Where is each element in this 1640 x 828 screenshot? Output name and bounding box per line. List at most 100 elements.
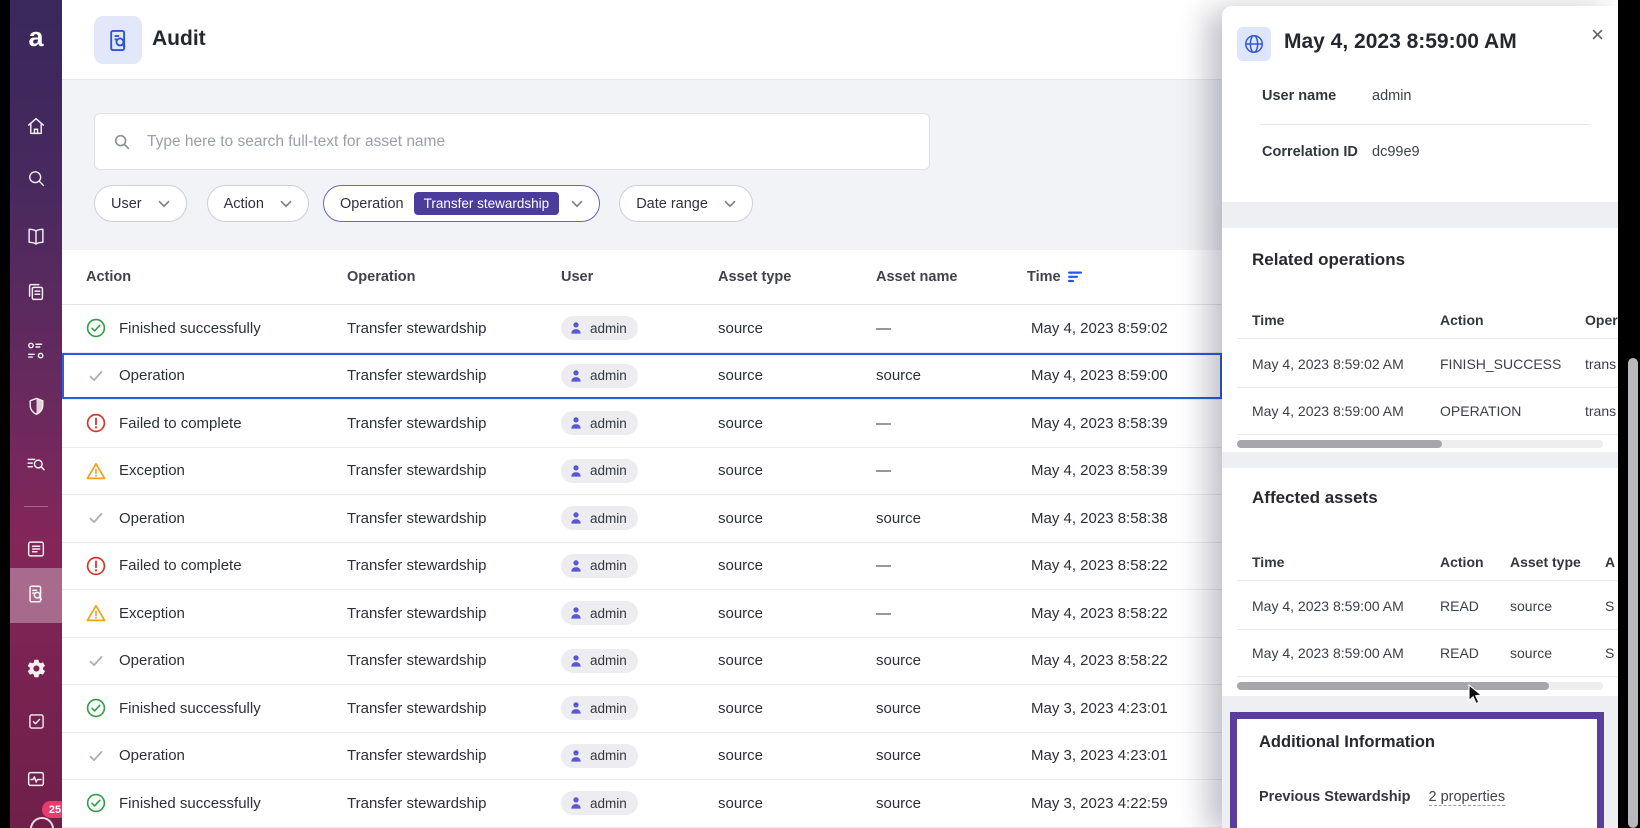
operation-cell: Transfer stewardship <box>333 510 547 527</box>
asset-type-cell: source <box>704 747 862 764</box>
sidebar-item-lists[interactable] <box>10 529 62 573</box>
sidebar-item-search[interactable] <box>10 159 62 203</box>
filter-operation-value-badge[interactable]: Transfer stewardship <box>414 192 560 215</box>
user-icon <box>568 415 584 431</box>
table-row[interactable]: Finished successfullyTransfer stewardshi… <box>62 780 1222 828</box>
list-icon <box>25 538 47 565</box>
filter-operation[interactable]: Operation Transfer stewardship <box>323 185 600 222</box>
additional-information-heading: Additional Information <box>1259 733 1435 752</box>
user-cell: admin <box>547 791 704 815</box>
chevron-down-icon <box>280 200 292 208</box>
home-icon <box>25 115 47 142</box>
user-cell: admin <box>547 459 704 483</box>
previous-stewardship-value[interactable]: 2 properties <box>1429 789 1506 806</box>
time-cell: May 4, 2023 8:58:22 <box>1013 652 1222 669</box>
user-chip[interactable]: admin <box>561 459 638 483</box>
user-icon <box>568 700 584 716</box>
table-row[interactable]: OperationTransfer stewardshipadminsource… <box>62 495 1222 543</box>
table-row[interactable]: Failed to completeTransfer stewardshipad… <box>62 543 1222 591</box>
user-cell: admin <box>547 554 704 578</box>
audit-table: Action Operation User Asset type Asset n… <box>62 250 1222 828</box>
user-chip[interactable]: admin <box>561 364 638 388</box>
user-chip[interactable]: admin <box>561 506 638 530</box>
close-icon[interactable]: × <box>1591 24 1604 46</box>
status-exception-icon <box>86 461 106 481</box>
table-row[interactable]: OperationTransfer stewardshipadminsource… <box>62 638 1222 686</box>
book-icon <box>25 226 47 253</box>
user-chip[interactable]: admin <box>561 316 638 340</box>
status-success-icon <box>86 698 106 718</box>
table-row[interactable]: Finished successfullyTransfer stewardshi… <box>62 685 1222 733</box>
table-row[interactable]: Failed to completeTransfer stewardshipad… <box>62 400 1222 448</box>
table-row[interactable]: ExceptionTransfer stewardshipadminsource… <box>62 448 1222 496</box>
mini-column-header: Oper <box>1585 312 1618 328</box>
sidebar-item-assets[interactable] <box>10 272 62 316</box>
user-icon <box>568 558 584 574</box>
user-chip[interactable]: admin <box>561 696 638 720</box>
page-title: Audit <box>152 27 206 51</box>
asset-name-cell: — <box>862 557 1013 574</box>
sidebar-item-monitoring[interactable] <box>10 759 62 803</box>
user-chip[interactable]: admin <box>561 744 638 768</box>
scrollbar-thumb[interactable] <box>1237 440 1442 448</box>
time-cell: May 4, 2023 8:59:02 <box>1013 320 1222 337</box>
divider <box>1237 629 1618 630</box>
sidebar-item-catalog[interactable] <box>10 217 62 261</box>
asset-type-cell: source <box>704 462 862 479</box>
column-header-asset-type[interactable]: Asset type <box>704 269 862 285</box>
user-chip[interactable]: admin <box>561 791 638 815</box>
shield-icon <box>26 396 47 422</box>
sidebar-item-settings[interactable] <box>10 649 62 693</box>
table-row[interactable]: Finished successfullyTransfer stewardshi… <box>62 305 1222 353</box>
table-row-selected[interactable]: OperationTransfer stewardshipadminsource… <box>62 353 1222 401</box>
user-icon <box>568 368 584 384</box>
user-chip[interactable]: admin <box>561 554 638 578</box>
column-header-operation[interactable]: Operation <box>333 269 547 285</box>
status-operation-icon <box>86 366 106 386</box>
filter-bar: User Action Operation Transfer stewardsh… <box>94 185 753 222</box>
filter-date-range[interactable]: Date range <box>619 185 753 222</box>
app-logo[interactable]: a <box>10 22 62 53</box>
user-chip[interactable]: admin <box>561 649 638 673</box>
filter-user[interactable]: User <box>94 185 187 222</box>
audit-table-header: Action Operation User Asset type Asset n… <box>62 250 1222 305</box>
filter-action[interactable]: Action <box>207 185 309 222</box>
horizontal-scrollbar[interactable] <box>1237 440 1603 448</box>
user-chip[interactable]: admin <box>561 601 638 625</box>
operation-cell: Transfer stewardship <box>333 652 547 669</box>
additional-information-row: Previous Stewardship 2 properties <box>1259 789 1505 806</box>
left-black-strip <box>0 0 10 828</box>
column-header-user[interactable]: User <box>547 269 704 285</box>
mini-cell: trans <box>1585 403 1616 419</box>
divider <box>1237 434 1618 435</box>
operation-cell: Transfer stewardship <box>333 557 547 574</box>
sidebar-item-governance[interactable] <box>10 387 62 431</box>
scrollbar-thumb[interactable] <box>1237 682 1549 690</box>
action-label: Exception <box>119 605 185 622</box>
workflow-icon <box>25 340 47 367</box>
column-header-action[interactable]: Action <box>86 269 333 285</box>
avatar[interactable] <box>30 817 54 828</box>
sidebar-item-tasks[interactable] <box>10 702 62 746</box>
column-header-asset-name[interactable]: Asset name <box>862 269 1013 285</box>
vertical-scrollbar[interactable] <box>1628 358 1638 828</box>
sidebar-item-workflows[interactable] <box>10 331 62 375</box>
divider <box>1237 387 1618 388</box>
user-icon <box>568 605 584 621</box>
sidebar-item-audit-active[interactable] <box>10 574 62 618</box>
user-cell: admin <box>547 601 704 625</box>
sidebar-item-home[interactable] <box>10 106 62 150</box>
divider <box>1260 124 1590 125</box>
column-header-time[interactable]: Time <box>1013 269 1222 285</box>
horizontal-scrollbar[interactable] <box>1237 682 1603 690</box>
sidebar-item-data-discovery[interactable] <box>10 444 62 488</box>
additional-information-box: Additional Information Previous Stewards… <box>1230 712 1604 828</box>
table-row[interactable]: ExceptionTransfer stewardshipadminsource… <box>62 590 1222 638</box>
time-cell: May 4, 2023 8:58:39 <box>1013 462 1222 479</box>
action-cell: Failed to complete <box>86 413 333 433</box>
user-chip[interactable]: admin <box>561 411 638 435</box>
asset-name-cell: — <box>862 605 1013 622</box>
search-input[interactable] <box>145 132 911 152</box>
search-box[interactable] <box>94 113 930 170</box>
table-row[interactable]: OperationTransfer stewardshipadminsource… <box>62 733 1222 781</box>
